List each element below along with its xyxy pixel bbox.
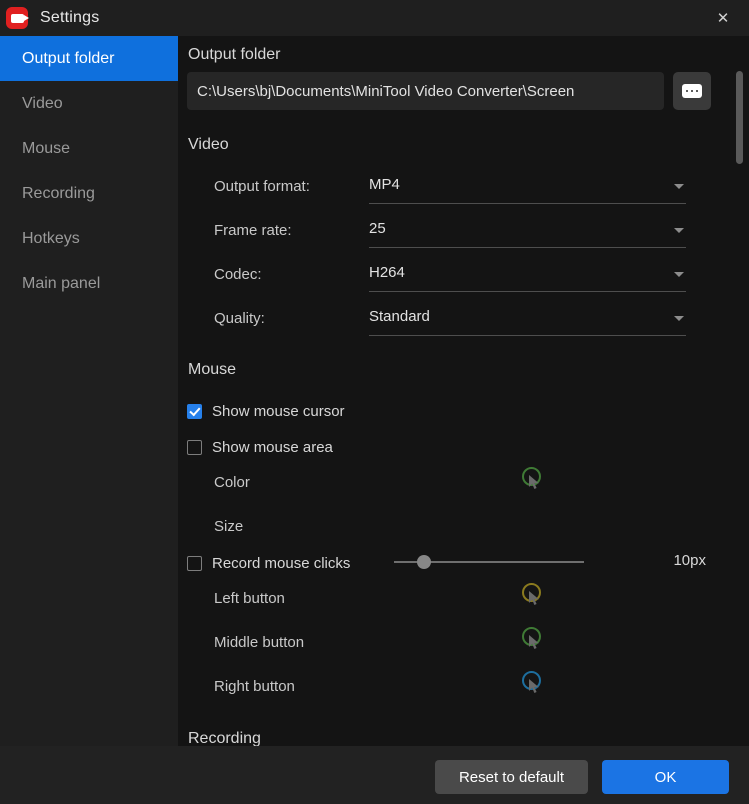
- show-mouse-cursor-checkbox-row[interactable]: Show mouse cursor: [187, 403, 345, 420]
- ok-button[interactable]: OK: [602, 760, 729, 794]
- reset-to-default-button[interactable]: Reset to default: [435, 760, 588, 794]
- sidebar-item-label: Output folder: [22, 49, 115, 67]
- label-middle-button: Middle button: [214, 634, 305, 651]
- close-icon[interactable]: ✕: [705, 4, 741, 32]
- checkbox-unchecked-icon[interactable]: [187, 440, 202, 455]
- sidebar-item-recording[interactable]: Recording: [0, 171, 178, 216]
- chevron-down-icon: [674, 316, 684, 321]
- settings-window: Settings ✕ Output folder Video Mouse Rec…: [0, 0, 749, 804]
- cursor-arrow-icon: [529, 591, 539, 605]
- slider-thumb[interactable]: [417, 555, 431, 569]
- chevron-down-icon: [674, 228, 684, 233]
- checkbox-unchecked-icon[interactable]: [187, 556, 202, 571]
- sidebar: Output folder Video Mouse Recording Hotk…: [0, 36, 178, 746]
- section-heading-video: Video: [188, 136, 229, 153]
- sidebar-item-output-folder[interactable]: Output folder: [0, 36, 178, 81]
- section-heading-output-folder: Output folder: [188, 46, 281, 63]
- checkbox-checked-icon[interactable]: [187, 404, 202, 419]
- output-folder-input[interactable]: C:\Users\bj\Documents\MiniTool Video Con…: [187, 72, 664, 110]
- window-title: Settings: [40, 9, 100, 26]
- section-heading-mouse: Mouse: [188, 361, 237, 378]
- browse-folder-button[interactable]: [673, 72, 711, 110]
- middle-button-color-swatch[interactable]: [520, 627, 546, 653]
- left-button-color-swatch[interactable]: [520, 583, 546, 609]
- video-camera-icon: [6, 7, 29, 29]
- scrollbar-thumb[interactable]: [736, 71, 743, 164]
- sidebar-item-main-panel[interactable]: Main panel: [0, 261, 178, 306]
- quality-value: Standard: [369, 308, 430, 325]
- label-codec: Codec:: [214, 266, 262, 283]
- sidebar-item-label: Main panel: [22, 274, 101, 292]
- sidebar-item-label: Video: [22, 94, 63, 112]
- label-left-button: Left button: [214, 590, 285, 607]
- label-quality: Quality:: [214, 310, 265, 327]
- frame-rate-value: 25: [369, 220, 386, 237]
- label-right-button: Right button: [214, 678, 295, 695]
- sidebar-item-hotkeys[interactable]: Hotkeys: [0, 216, 178, 261]
- footer-bar: Reset to default OK: [0, 746, 749, 804]
- ellipsis-icon: [682, 84, 702, 98]
- sidebar-item-label: Hotkeys: [22, 229, 80, 247]
- record-mouse-clicks-label: Record mouse clicks: [212, 555, 351, 572]
- right-button-color-swatch[interactable]: [520, 671, 546, 697]
- show-mouse-cursor-label: Show mouse cursor: [212, 403, 345, 420]
- cursor-arrow-icon: [529, 635, 539, 649]
- settings-content: Output folder C:\Users\bj\Documents\Mini…: [178, 36, 749, 746]
- frame-rate-dropdown[interactable]: 25: [369, 218, 686, 248]
- codec-value: H264: [369, 264, 405, 281]
- sidebar-item-video[interactable]: Video: [0, 81, 178, 126]
- sidebar-item-label: Mouse: [22, 139, 71, 157]
- title-bar: Settings ✕: [0, 0, 749, 36]
- mouse-area-size-slider[interactable]: [394, 555, 584, 569]
- label-output-format: Output format:: [214, 178, 310, 195]
- mouse-area-color-swatch[interactable]: [520, 467, 546, 493]
- label-mouse-area-color: Color: [214, 474, 250, 491]
- label-mouse-area-size: Size: [214, 518, 244, 535]
- cursor-arrow-icon: [529, 475, 539, 489]
- content-scrollbar[interactable]: [736, 36, 747, 746]
- output-format-dropdown[interactable]: MP4: [369, 174, 686, 204]
- output-format-value: MP4: [369, 176, 400, 193]
- section-heading-recording: Recording: [188, 730, 261, 746]
- mouse-area-size-value: 10px: [673, 552, 706, 569]
- cursor-arrow-icon: [529, 679, 539, 693]
- show-mouse-area-checkbox-row[interactable]: Show mouse area: [187, 439, 333, 456]
- quality-dropdown[interactable]: Standard: [369, 306, 686, 336]
- show-mouse-area-label: Show mouse area: [212, 439, 333, 456]
- sidebar-item-label: Recording: [22, 184, 95, 202]
- sidebar-item-mouse[interactable]: Mouse: [0, 126, 178, 171]
- codec-dropdown[interactable]: H264: [369, 262, 686, 292]
- record-mouse-clicks-checkbox-row[interactable]: Record mouse clicks: [187, 555, 350, 572]
- label-frame-rate: Frame rate:: [214, 222, 292, 239]
- chevron-down-icon: [674, 184, 684, 189]
- chevron-down-icon: [674, 272, 684, 277]
